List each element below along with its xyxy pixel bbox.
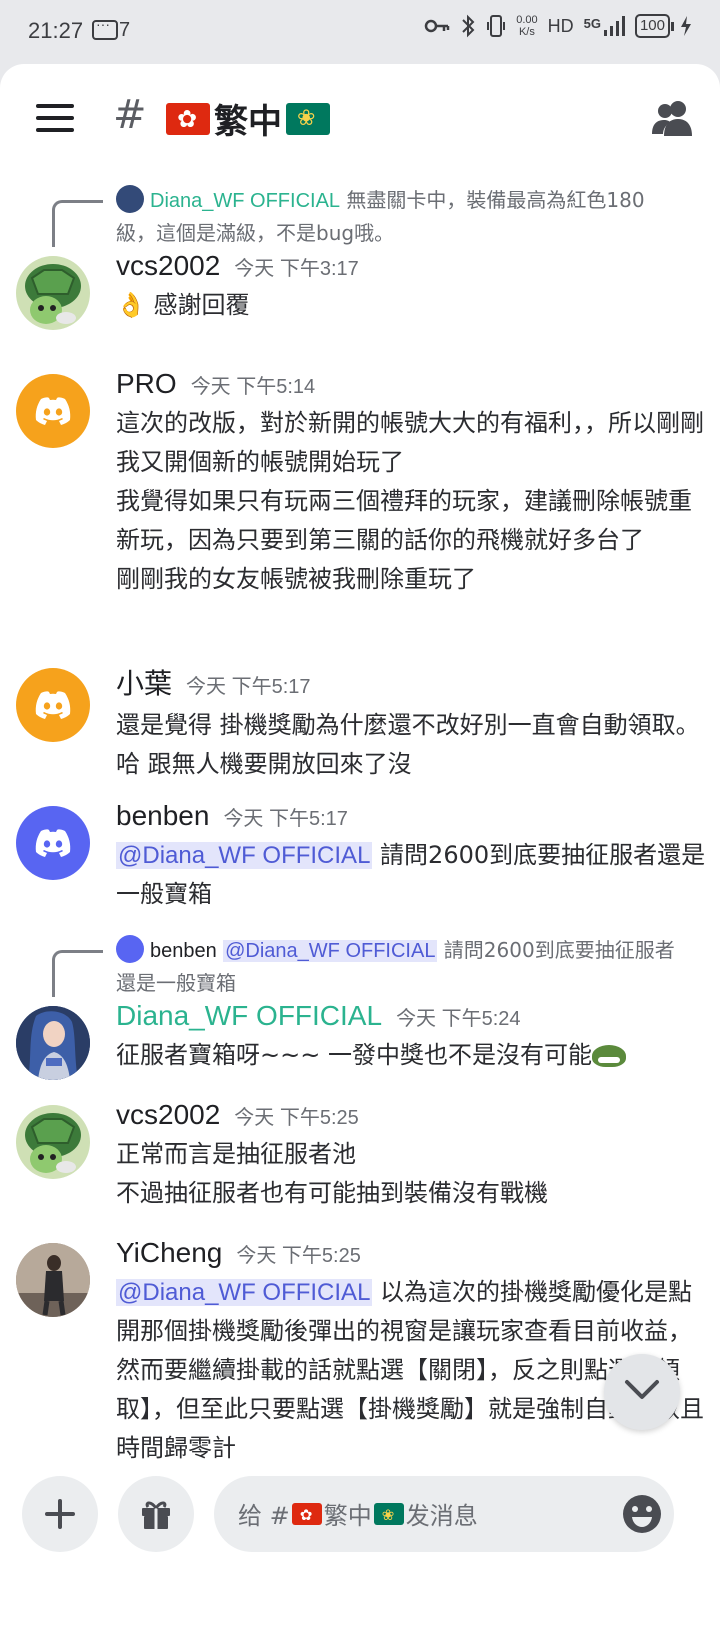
reply-preview[interactable]: Diana_WF OFFICIAL 無盡關卡中，裝備最高為紅色180級，這個是滿… [116,184,682,249]
avatar[interactable] [16,1006,90,1080]
message-text: 我覺得如果只有玩兩三個禮拜的玩家，建議刪除帳號重新玩，因為只要到第三關的話你的飛… [116,487,692,554]
message-text: 不過抽征服者也有可能抽到裝備沒有戰機 [116,1179,548,1207]
message-timestamp: 今天 下午5:17 [223,808,348,830]
chat-panel: # 繁中 Diana_WF OFFICIAL 無盡關卡中，裝備最高為紅色180級… [0,64,720,1640]
macau-flag-icon [373,1502,404,1526]
message-input[interactable]: 给 # 繁中 发消息 [214,1476,674,1552]
vibrate-icon [487,15,506,37]
user-mention: @Diana_WF OFFICIAL [223,940,438,962]
jump-to-bottom-button[interactable] [604,1354,680,1430]
message-author[interactable]: benben [116,800,209,832]
message-text: 剛剛我的女友帳號被我刪除重玩了 [116,565,476,593]
message-timestamp: 今天 下午5:24 [396,1008,521,1030]
message-timestamp: 今天 下午5:17 [186,676,311,698]
avatar[interactable] [16,1105,90,1179]
avatar[interactable] [16,806,90,880]
charging-icon [681,16,691,36]
hd-indicator: HD [547,15,574,36]
message-timestamp: 今天 下午3:17 [234,258,359,280]
discord-logo-icon [35,397,71,425]
message-notification-icon [92,16,118,40]
message-item[interactable]: YiCheng 今天 下午5:25 @Diana_WF OFFICIAL 以為這… [0,1237,720,1462]
avatar[interactable] [16,1243,90,1317]
message-timestamp: 今天 下午5:25 [236,1245,361,1267]
message-author[interactable]: 小葉 [116,662,172,702]
message-text: 這次的改版，對於新開的帳號大大的有福利，，所以剛剛我又開個新的帳號開始玩了 [116,409,704,476]
message-text: 還是覺得 掛機獎勵為什麼還不改好別一直會自動領取。哈 跟無人機要開放回來了沒 [116,711,700,778]
reply-preview[interactable]: benben @Diana_WF OFFICIAL 請問2600到底要抽征服者還… [116,934,682,999]
message-text: 正常而言是抽征服者池 [116,1140,356,1168]
menu-icon[interactable] [36,104,74,132]
members-icon[interactable] [650,98,694,138]
message-text: @Diana_WF OFFICIAL 請問2600到底要抽征服者還是一般寶箱 [116,841,706,908]
reply-avatar [116,935,144,963]
avatar[interactable] [16,668,90,742]
emoji-picker-icon[interactable] [622,1494,662,1534]
status-bar: 21:27 7 0.00 K/s HD 5G 100 [0,0,720,64]
chevron-down-icon [625,1380,659,1399]
user-mention[interactable]: @Diana_WF OFFICIAL [116,1279,373,1306]
discord-logo-icon [35,691,71,719]
plus-icon [45,1499,75,1529]
gift-icon [142,1501,170,1529]
channel-header: # 繁中 [0,64,720,174]
gift-button[interactable] [118,1476,194,1552]
avatar[interactable] [16,256,90,330]
battery-icon: 100 [634,14,675,38]
status-icons: 0.00 K/s HD 5G 100 [424,14,692,38]
user-mention[interactable]: @Diana_WF OFFICIAL [116,842,373,869]
message-author[interactable]: vcs2002 [116,1099,220,1131]
add-attachment-button[interactable] [22,1476,98,1552]
message-author[interactable]: Diana_WF OFFICIAL [116,1000,382,1032]
message-input-placeholder: 给 # 繁中 发消息 [238,1496,478,1531]
network-speed: 0.00 K/s [516,14,538,38]
message-author[interactable]: vcs2002 [116,250,220,282]
hong-kong-flag-icon [291,1502,322,1526]
reply-author: Diana_WF OFFICIAL [150,190,341,212]
composer-bar: 给 # 繁中 发消息 [0,1460,720,1576]
reply-connector [52,950,103,997]
discord-logo-icon [35,829,71,857]
notification-count: 7 [119,19,131,41]
signal-icon: 5G [584,16,625,36]
channel-name: 繁中 [214,102,282,142]
reply-connector [52,200,103,247]
avatar[interactable] [16,374,90,448]
channel-title[interactable]: 繁中 [166,94,330,143]
message-text: 👌 感謝回覆 [116,291,250,319]
bluetooth-icon [462,14,475,38]
macau-flag-icon [286,102,330,135]
status-time: 21:27 [28,18,84,43]
reply-avatar [116,185,144,213]
channel-hash-icon: # [113,92,147,138]
message-author[interactable]: PRO [116,368,177,400]
message-text: 征服者寶箱呀~~~ 一發中獎也不是沒有可能 [116,1036,706,1075]
message-timestamp: 今天 下午5:25 [234,1107,359,1129]
hong-kong-flag-icon [166,102,210,135]
pepe-emoji-icon [591,1045,626,1067]
vpn-key-icon [424,19,450,33]
message-author[interactable]: YiCheng [116,1237,222,1269]
message-timestamp: 今天 下午5:14 [190,376,316,398]
ok-hand-emoji: 👌 [116,291,146,319]
reply-author: benben [150,940,217,962]
